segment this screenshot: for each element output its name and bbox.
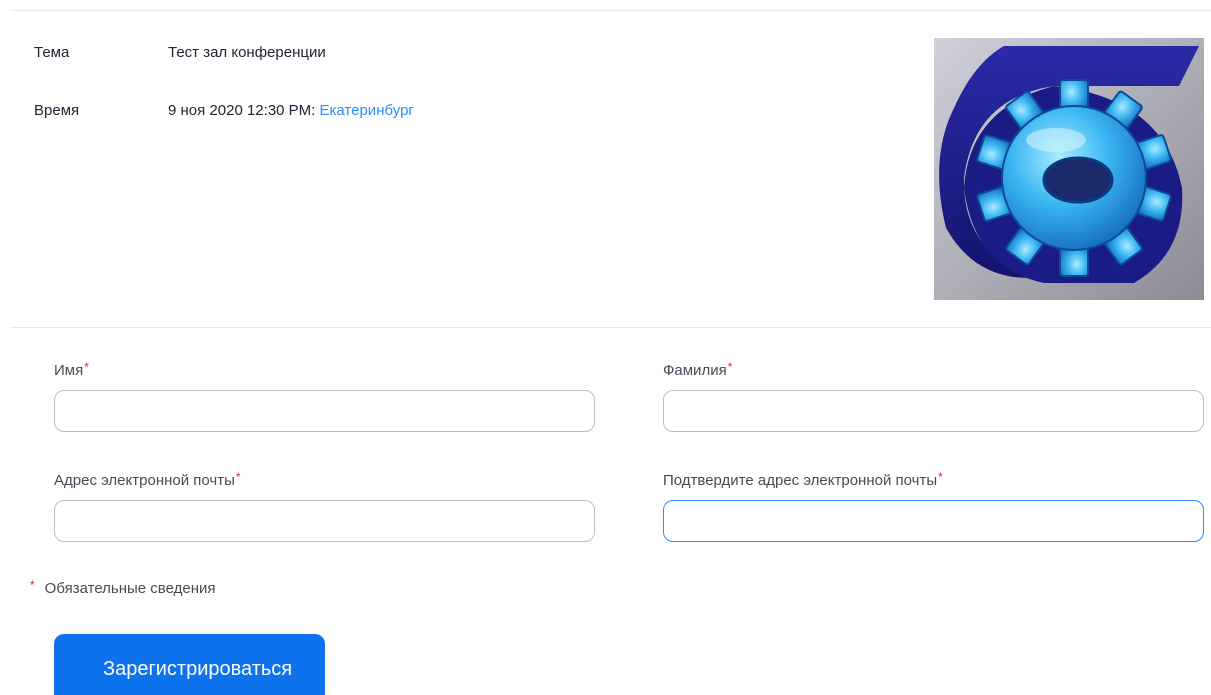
topic-value: Тест зал конференции bbox=[168, 44, 326, 61]
required-note-text: Обязательные сведения bbox=[44, 580, 216, 597]
topic-label: Тема bbox=[34, 44, 70, 61]
first-name-label: Имя* bbox=[54, 360, 89, 379]
time-value-row: 9 ноя 2020 12:30 PM: Екатеринбург bbox=[168, 102, 414, 119]
required-asterisk: * bbox=[235, 470, 241, 484]
registration-page: Тема Тест зал конференции Время 9 ноя 20… bbox=[0, 0, 1211, 695]
time-value: 9 ноя 2020 12:30 PM: bbox=[168, 102, 316, 119]
required-asterisk: * bbox=[30, 578, 35, 592]
required-asterisk: * bbox=[727, 360, 733, 374]
email-input[interactable] bbox=[54, 500, 595, 542]
section-divider bbox=[10, 327, 1211, 328]
required-note: * Обязательные сведения bbox=[30, 578, 216, 597]
last-name-input[interactable] bbox=[663, 390, 1204, 432]
email-label-text: Адрес электронной почты bbox=[54, 472, 235, 489]
time-label: Время bbox=[34, 102, 80, 119]
confirm-email-label: Подтвердите адрес электронной почты* bbox=[663, 470, 943, 489]
gear-logo-graphic bbox=[934, 38, 1204, 300]
last-name-label: Фамилия* bbox=[663, 360, 732, 379]
top-divider bbox=[10, 10, 1211, 11]
register-button[interactable]: Зарегистрироваться bbox=[54, 634, 325, 695]
first-name-label-text: Имя bbox=[54, 362, 84, 379]
required-asterisk: * bbox=[938, 470, 943, 484]
last-name-label-text: Фамилия bbox=[663, 362, 727, 379]
confirm-email-input[interactable] bbox=[663, 500, 1204, 542]
email-label: Адрес электронной почты* bbox=[54, 470, 241, 489]
gear-logo-icon bbox=[934, 38, 1204, 300]
required-asterisk: * bbox=[84, 360, 89, 374]
first-name-input[interactable] bbox=[54, 390, 595, 432]
timezone-link[interactable]: Екатеринбург bbox=[320, 102, 414, 119]
confirm-email-label-text: Подтвердите адрес электронной почты bbox=[663, 472, 938, 489]
